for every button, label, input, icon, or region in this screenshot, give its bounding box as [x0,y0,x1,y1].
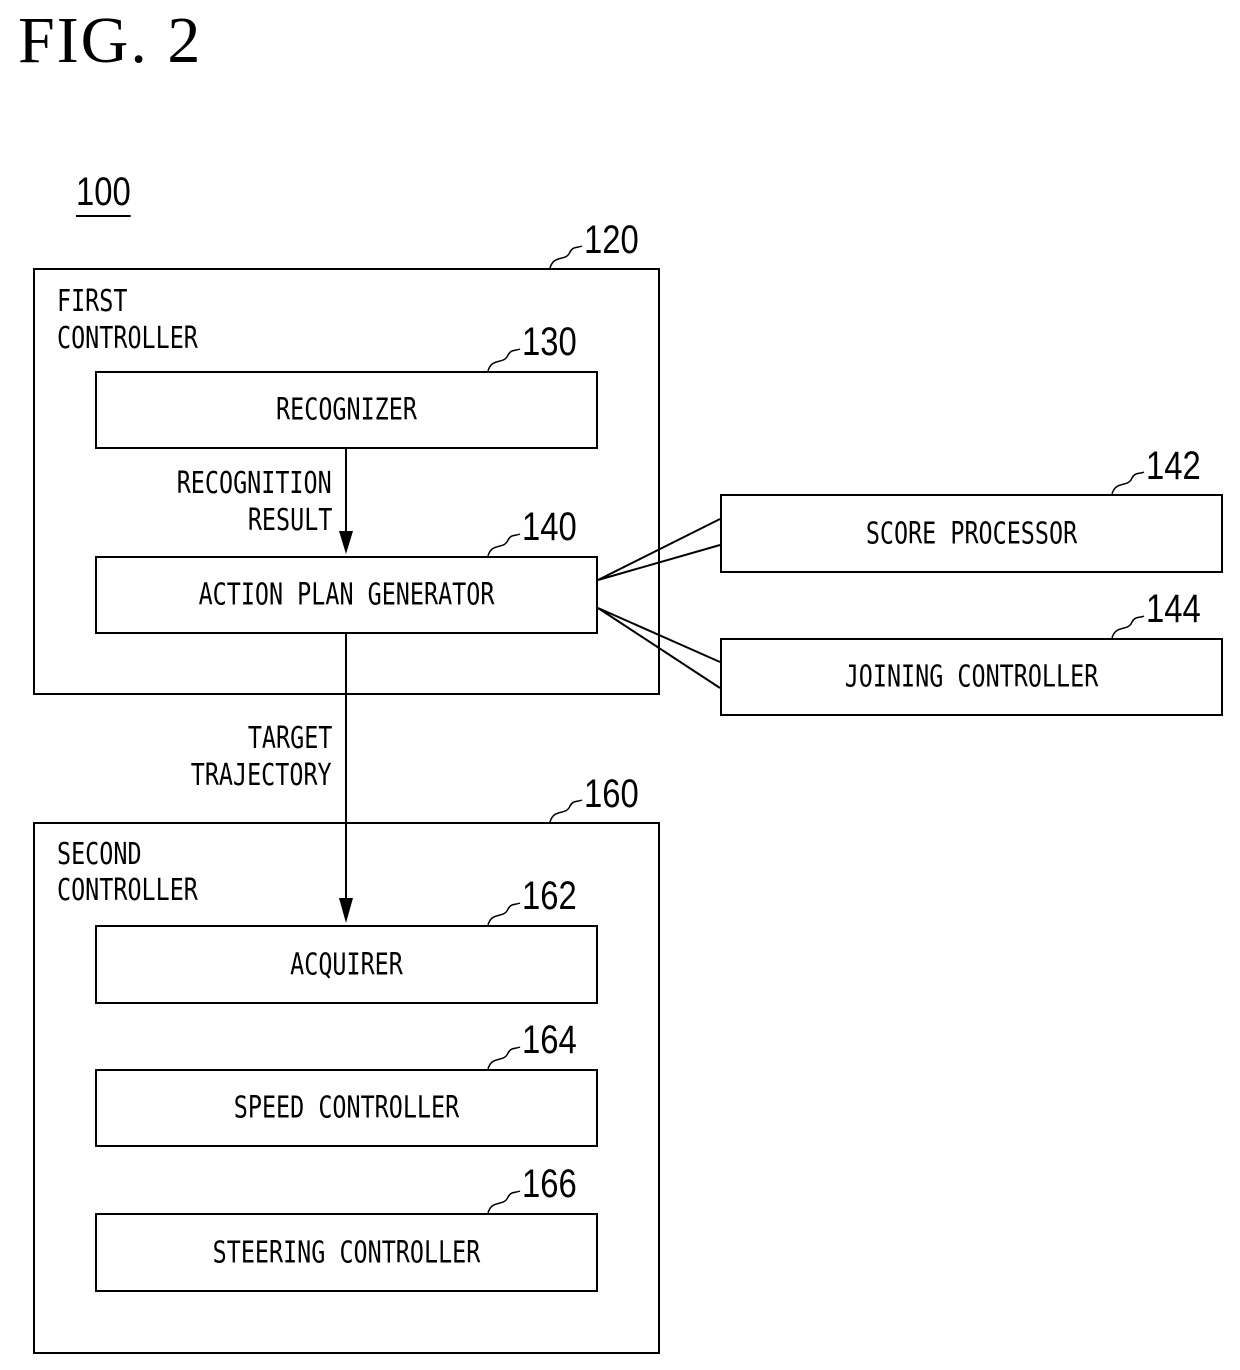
recognizer-ref: 130 [522,320,577,364]
steering-controller-box: STEERING CONTROLLER [95,1213,598,1292]
second-controller-label-line2: CONTROLLER [57,873,198,908]
steering-controller-label: STEERING CONTROLLER [212,1235,481,1270]
recognizer-box: RECOGNIZER [95,371,598,449]
acquirer-box: ACQUIRER [95,925,598,1004]
acquirer-ref: 162 [522,874,577,918]
recognition-result-label-line1: RECOGNITION [177,466,332,501]
second-controller-ref: 160 [584,772,639,816]
action-plan-generator-box: ACTION PLAN GENERATOR [95,556,598,634]
system-reference-number: 100 [76,170,131,214]
action-plan-generator-ref: 140 [522,505,577,549]
figure-title: FIG. 2 [18,4,203,77]
acquirer-label: ACQUIRER [290,947,403,982]
leader-120 [549,245,583,269]
joining-controller-box: JOINING CONTROLLER [720,638,1223,716]
score-processor-label: SCORE PROCESSOR [865,516,1078,551]
speed-controller-label: SPEED CONTROLLER [233,1090,460,1126]
target-trajectory-label-line2: TRAJECTORY [191,758,332,793]
first-controller-ref: 120 [584,218,639,262]
recognizer-label: RECOGNIZER [276,392,417,428]
leader-160 [549,799,583,823]
steering-controller-ref: 166 [522,1162,577,1206]
second-controller-label-line1: SECOND [57,837,142,872]
joining-controller-label: JOINING CONTROLLER [844,659,1099,695]
speed-controller-box: SPEED CONTROLLER [95,1069,598,1147]
leader-142 [1111,471,1145,495]
speed-controller-ref: 164 [522,1018,577,1062]
recognition-result-label-line2: RESULT [247,503,332,538]
first-controller-label-line1: FIRST [57,284,128,319]
score-processor-box: SCORE PROCESSOR [720,494,1223,573]
joining-controller-ref: 144 [1146,587,1201,631]
leader-144 [1111,615,1145,639]
score-processor-ref: 142 [1146,444,1201,488]
first-controller-label-line2: CONTROLLER [57,321,198,356]
target-trajectory-label-line1: TARGET [247,721,332,756]
action-plan-generator-label: ACTION PLAN GENERATOR [198,577,495,613]
